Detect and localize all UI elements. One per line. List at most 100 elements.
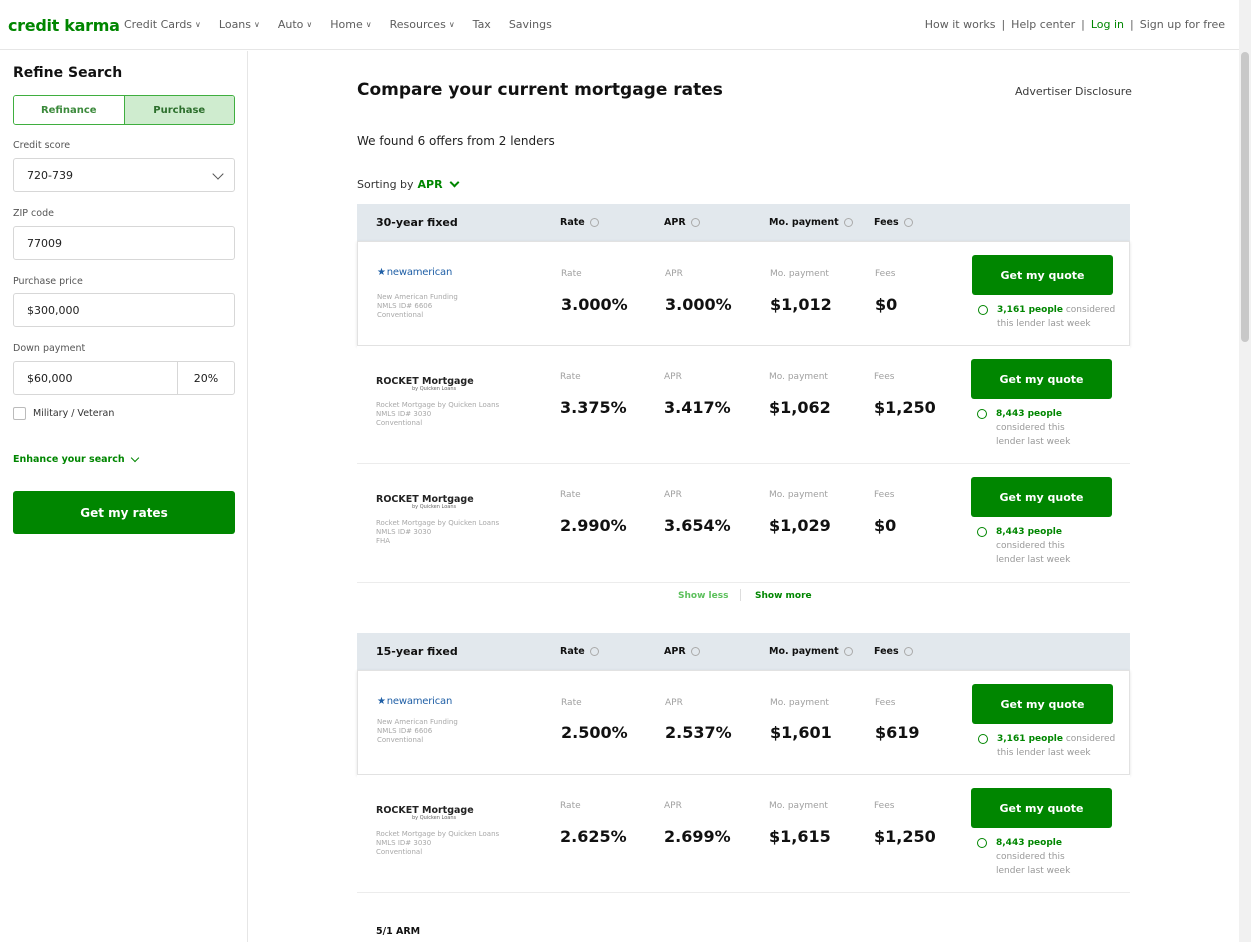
nav-item-savings[interactable]: Savings	[509, 18, 552, 31]
section-title-5-1-arm: 5/1 ARM	[376, 926, 421, 937]
social-proof: 8,443 people considered this lender last…	[977, 407, 1095, 449]
get-my-quote-button[interactable]: Get my quote	[971, 477, 1112, 517]
chevron-down-icon: ∨	[365, 20, 372, 29]
star-icon: ★	[377, 696, 386, 707]
credit-karma-logo[interactable]: credit karma	[8, 16, 120, 35]
rocket-mortgage-logo: ROCKET Mortgage by Quicken Loans	[376, 805, 474, 821]
info-icon[interactable]	[843, 647, 853, 656]
advertiser-disclosure-link[interactable]: Advertiser Disclosure	[1015, 85, 1132, 98]
sort-control[interactable]: Sorting by APR	[357, 177, 460, 191]
info-icon[interactable]	[690, 647, 700, 656]
clock-icon	[977, 838, 987, 848]
show-more-link[interactable]: Show more	[755, 591, 812, 601]
chevron-down-icon: ∨	[254, 20, 260, 29]
military-checkbox[interactable]	[13, 407, 26, 420]
apr-value: 3.000%	[665, 295, 732, 314]
get-my-quote-button[interactable]: Get my quote	[971, 788, 1112, 828]
rate-value: 3.000%	[561, 295, 628, 314]
nav-item-credit-cards[interactable]: Credit Cards ∨	[124, 18, 201, 31]
column-header-payment: Mo. payment	[769, 217, 853, 228]
rate-value: 2.990%	[560, 516, 627, 535]
nav-item-home[interactable]: Home ∨	[330, 18, 371, 31]
info-icon[interactable]	[690, 218, 700, 227]
social-proof: 3,161 people considered this lender last…	[978, 303, 1118, 331]
nav-account-links: How it works | Help center | Log in | Si…	[925, 18, 1225, 31]
chevron-down-icon: ∨	[306, 20, 313, 29]
refinance-toggle-button[interactable]: Refinance	[14, 96, 124, 124]
section-title: 30-year fixed	[376, 216, 458, 229]
social-proof: 8,443 people considered this lender last…	[977, 525, 1095, 567]
info-icon[interactable]	[589, 647, 599, 656]
page-scrollbar[interactable]	[1239, 0, 1251, 942]
get-my-quote-button[interactable]: Get my quote	[971, 359, 1112, 399]
rocket-mortgage-logo: ROCKET Mortgage by Quicken Loans	[376, 376, 474, 392]
help-center-link[interactable]: Help center	[1011, 18, 1075, 31]
how-it-works-link[interactable]: How it works	[925, 18, 996, 31]
column-header-payment: Mo. payment	[769, 646, 853, 657]
get-my-quote-button[interactable]: Get my quote	[972, 255, 1113, 295]
sorting-label: Sorting by	[357, 178, 414, 191]
sorting-value: APR	[417, 178, 443, 191]
purchase-price-input[interactable]: $300,000	[13, 293, 235, 327]
section-title: 15-year fixed	[376, 645, 458, 658]
nav-item-tax[interactable]: Tax	[473, 18, 491, 31]
lender-details: Rocket Mortgage by Quicken Loans NMLS ID…	[376, 519, 500, 545]
rate-value: 3.375%	[560, 398, 627, 417]
apr-value: 3.654%	[664, 516, 731, 535]
show-toggle-bar: Show less Show more	[357, 582, 1130, 610]
section-header-15-year-fixed: 15-year fixed Rate APR Mo. payment Fees	[357, 633, 1130, 670]
info-icon[interactable]	[903, 647, 913, 656]
clock-icon	[977, 409, 987, 419]
login-link[interactable]: Log in	[1091, 18, 1124, 31]
clock-icon	[978, 734, 988, 744]
lender-details: New American Funding NMLS ID# 6606 Conve…	[377, 718, 458, 744]
refine-search-sidebar: Refine Search Refinance Purchase Credit …	[0, 51, 248, 942]
rate-value: 2.625%	[560, 827, 627, 846]
refine-search-title: Refine Search	[13, 65, 123, 81]
payment-value: $1,062	[769, 398, 831, 417]
get-my-rates-button[interactable]: Get my rates	[13, 491, 235, 534]
nav-item-resources[interactable]: Resources ∨	[390, 18, 455, 31]
nav-menu: Credit Cards ∨ Loans ∨ Auto ∨ Home ∨ Resourc…	[124, 18, 570, 31]
military-veteran-option[interactable]: Military / Veteran	[13, 407, 114, 420]
info-icon[interactable]	[843, 218, 853, 227]
nav-item-loans[interactable]: Loans ∨	[219, 18, 260, 31]
chevron-down-icon	[130, 453, 139, 463]
lender-details: Rocket Mortgage by Quicken Loans NMLS ID…	[376, 401, 500, 427]
column-header-fees: Fees	[874, 217, 913, 228]
zip-code-label: ZIP code	[13, 208, 54, 219]
enhance-search-toggle[interactable]: Enhance your search	[13, 453, 139, 465]
chevron-down-icon	[212, 168, 224, 180]
new-american-funding-logo: ★newamerican	[377, 267, 453, 278]
show-less-link[interactable]: Show less	[678, 591, 728, 601]
down-payment-percent-input[interactable]: 20%	[178, 362, 234, 394]
rocket-mortgage-logo: ROCKET Mortgage by Quicken Loans	[376, 494, 474, 510]
offers-found-text: We found 6 offers from 2 lenders	[357, 134, 555, 148]
column-header-rate: Rate	[560, 217, 599, 228]
chevron-down-icon: ∨	[448, 20, 455, 29]
offer-row: ROCKET Mortgage by Quicken Loans Rocket M…	[357, 464, 1130, 582]
chevron-down-icon	[449, 177, 460, 188]
info-icon[interactable]	[589, 218, 599, 227]
divider: |	[1130, 18, 1134, 31]
credit-score-select[interactable]: 720-739	[13, 158, 235, 192]
apr-value: 3.417%	[664, 398, 731, 417]
lender-details: New American Funding NMLS ID# 6606 Conve…	[377, 293, 458, 319]
scrollbar-thumb[interactable]	[1241, 52, 1249, 342]
credit-score-value: 720-739	[27, 168, 73, 182]
fees-value: $0	[874, 516, 897, 535]
enhance-search-label: Enhance your search	[13, 454, 125, 465]
get-my-quote-button[interactable]: Get my quote	[972, 684, 1113, 724]
fees-value: $1,250	[874, 398, 936, 417]
clock-icon	[978, 305, 988, 315]
signup-link[interactable]: Sign up for free	[1140, 18, 1225, 31]
zip-code-input[interactable]: 77009	[13, 226, 235, 260]
info-icon[interactable]	[903, 218, 913, 227]
down-payment-label: Down payment	[13, 343, 86, 354]
offer-row: ROCKET Mortgage by Quicken Loans Rocket M…	[357, 775, 1130, 893]
social-proof: 3,161 people considered this lender last…	[978, 732, 1118, 760]
nav-item-auto[interactable]: Auto ∨	[278, 18, 312, 31]
payment-value: $1,601	[770, 723, 832, 742]
purchase-toggle-button[interactable]: Purchase	[123, 96, 234, 124]
down-payment-amount-input[interactable]: $60,000	[14, 362, 178, 394]
